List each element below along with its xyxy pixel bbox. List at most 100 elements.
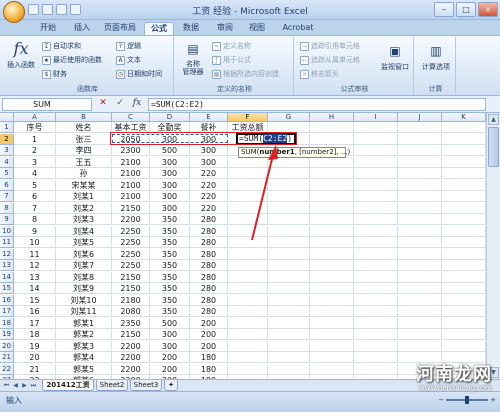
cell[interactable]: [228, 294, 268, 306]
customize-qat-icon[interactable]: [70, 4, 81, 15]
cell[interactable]: [442, 294, 486, 306]
cell[interactable]: [442, 260, 486, 271]
cell[interactable]: [310, 317, 354, 329]
cell[interactable]: [268, 191, 310, 202]
data-cell[interactable]: 2100: [112, 168, 150, 179]
cell[interactable]: [268, 283, 310, 294]
data-cell[interactable]: 300: [150, 191, 190, 202]
column-header-k[interactable]: K: [442, 113, 486, 122]
column-header-e[interactable]: E: [190, 113, 228, 122]
data-cell[interactable]: 2150: [112, 283, 150, 294]
cell[interactable]: [228, 237, 268, 248]
data-cell[interactable]: 12: [14, 260, 56, 271]
cell[interactable]: [228, 271, 268, 283]
cell[interactable]: [354, 202, 398, 214]
data-cell[interactable]: 280: [190, 283, 228, 294]
data-cell[interactable]: 200: [190, 329, 228, 340]
cell[interactable]: [354, 168, 398, 179]
use-in-formula-button[interactable]: ƒ 用于公式: [212, 55, 251, 65]
cell[interactable]: [310, 329, 354, 340]
data-cell[interactable]: 280: [190, 271, 228, 283]
first-sheet-icon[interactable]: ⏮: [2, 381, 11, 390]
maximize-button[interactable]: □: [456, 2, 476, 17]
cell[interactable]: [310, 156, 354, 168]
data-cell[interactable]: 刘某6: [56, 248, 112, 260]
cell[interactable]: [398, 317, 442, 329]
cell[interactable]: [310, 260, 354, 271]
cell[interactable]: [398, 294, 442, 306]
column-header-b[interactable]: B: [56, 113, 112, 122]
cell[interactable]: [228, 260, 268, 271]
data-cell[interactable]: 7: [14, 202, 56, 214]
data-cell[interactable]: 280: [190, 260, 228, 271]
cell[interactable]: [268, 306, 310, 317]
column-header-g[interactable]: G: [268, 113, 310, 122]
data-cell[interactable]: 8: [14, 214, 56, 225]
cell[interactable]: [310, 271, 354, 283]
enter-icon[interactable]: ✓: [113, 98, 127, 108]
cell[interactable]: [228, 363, 268, 375]
data-cell[interactable]: 3: [14, 156, 56, 168]
row-header-21[interactable]: 21: [0, 352, 14, 363]
save-icon[interactable]: [28, 4, 39, 15]
data-cell[interactable]: 280: [190, 306, 228, 317]
cell[interactable]: [268, 260, 310, 271]
data-cell[interactable]: 郭某4: [56, 352, 112, 363]
cell[interactable]: [442, 329, 486, 340]
name-manager-button[interactable]: ▤ 名称 管理器: [178, 39, 208, 76]
row-header-9[interactable]: 9: [0, 214, 14, 225]
cell[interactable]: [442, 156, 486, 168]
cell[interactable]: [354, 122, 398, 133]
data-cell[interactable]: 300: [150, 329, 190, 340]
scroll-up-icon[interactable]: ▲: [488, 114, 499, 125]
data-cell[interactable]: 220: [190, 202, 228, 214]
cell[interactable]: [398, 225, 442, 237]
cell[interactable]: [354, 133, 398, 145]
data-cell[interactable]: 280: [190, 294, 228, 306]
cell[interactable]: [310, 294, 354, 306]
cell[interactable]: [310, 306, 354, 317]
data-cell[interactable]: 2250: [112, 248, 150, 260]
cell[interactable]: [268, 317, 310, 329]
cell[interactable]: [268, 271, 310, 283]
data-cell[interactable]: 18: [14, 329, 56, 340]
cell[interactable]: [268, 294, 310, 306]
cell[interactable]: [310, 179, 354, 191]
next-sheet-icon[interactable]: ▶: [20, 381, 29, 390]
cell[interactable]: [228, 352, 268, 363]
data-cell[interactable]: 280: [190, 248, 228, 260]
row-header-18[interactable]: 18: [0, 317, 14, 329]
data-cell[interactable]: 350: [150, 225, 190, 237]
data-cell[interactable]: 2350: [112, 317, 150, 329]
data-cell[interactable]: 280: [190, 225, 228, 237]
cell[interactable]: [268, 168, 310, 179]
cell[interactable]: [398, 329, 442, 340]
data-cell[interactable]: 2300: [112, 145, 150, 156]
data-cell[interactable]: 郭某5: [56, 363, 112, 375]
row-header-4[interactable]: 4: [0, 156, 14, 168]
data-cell[interactable]: 王五: [56, 156, 112, 168]
header-cell[interactable]: 姓名: [56, 122, 112, 133]
cell[interactable]: [398, 283, 442, 294]
data-cell[interactable]: 2100: [112, 179, 150, 191]
data-cell[interactable]: 刘某7: [56, 260, 112, 271]
data-cell[interactable]: 刘某11: [56, 306, 112, 317]
data-cell[interactable]: 2200: [112, 214, 150, 225]
insert-sheet-icon[interactable]: ✦: [164, 380, 178, 391]
data-cell[interactable]: 2100: [112, 156, 150, 168]
data-cell[interactable]: 220: [190, 179, 228, 191]
data-cell[interactable]: 14: [14, 283, 56, 294]
row-header-7[interactable]: 7: [0, 191, 14, 202]
data-cell[interactable]: 220: [190, 168, 228, 179]
data-cell[interactable]: 刘某10: [56, 294, 112, 306]
data-cell[interactable]: 500: [150, 317, 190, 329]
row-header-15[interactable]: 15: [0, 283, 14, 294]
spreadsheet-grid[interactable]: ABCDEFGHIJK 1 2 3 4 5 6 7 8 9 10 11 12 13 14 15 16 17 18 1…: [0, 113, 486, 398]
cell[interactable]: [228, 329, 268, 340]
data-cell[interactable]: 350: [150, 260, 190, 271]
cell[interactable]: [310, 214, 354, 225]
cell[interactable]: [398, 191, 442, 202]
row-header-8[interactable]: 8: [0, 202, 14, 214]
cell[interactable]: [228, 191, 268, 202]
data-cell[interactable]: 刘某3: [56, 214, 112, 225]
